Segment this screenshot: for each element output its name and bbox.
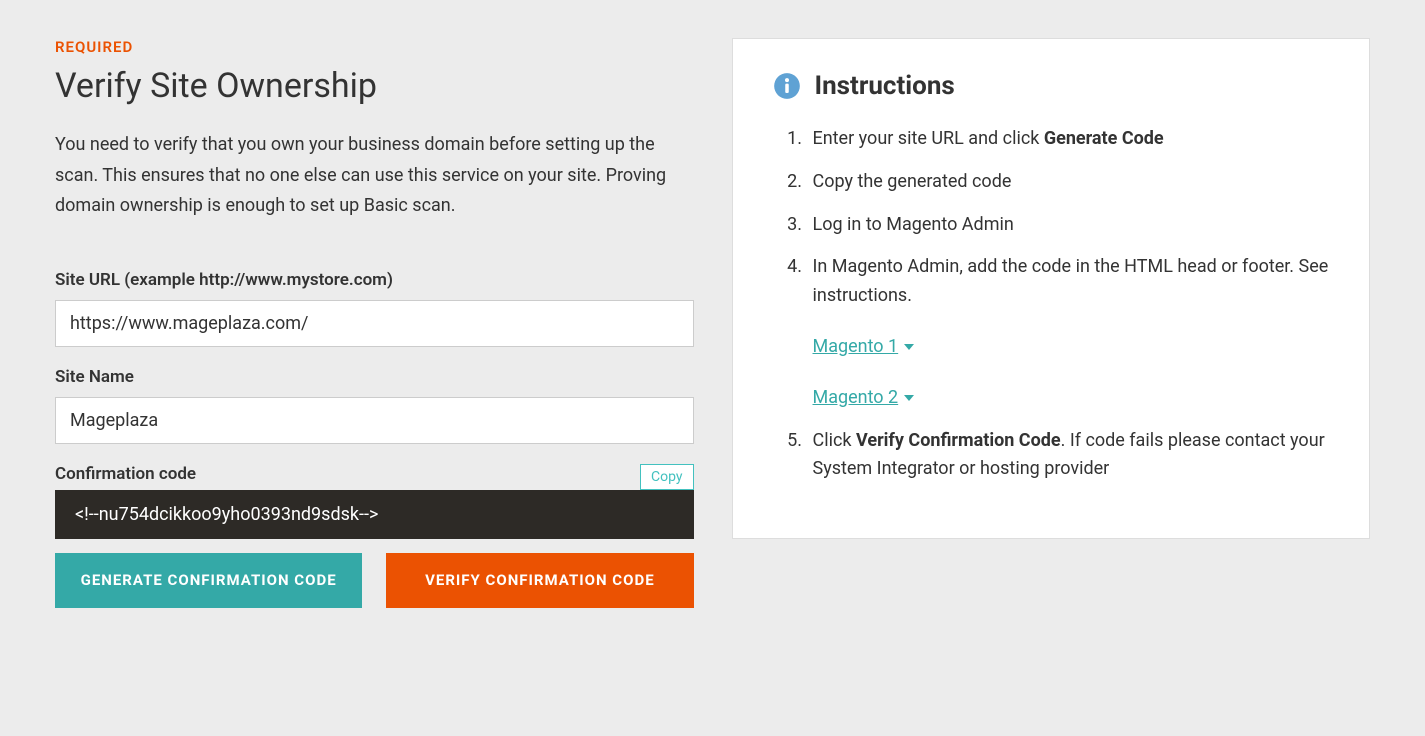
form-section: REQUIRED Verify Site Ownership You need … [55, 38, 694, 608]
info-icon [773, 72, 801, 100]
site-url-input[interactable] [55, 300, 694, 347]
instructions-title: Instructions [815, 71, 955, 101]
description-text: You need to verify that you own your bus… [55, 130, 694, 222]
instructions-section: Instructions Enter your site URL and cli… [732, 38, 1371, 608]
required-tag: REQUIRED [55, 38, 694, 56]
copy-button[interactable]: Copy [640, 464, 694, 490]
instruction-step-1: Enter your site URL and click Generate C… [807, 125, 1330, 154]
caret-down-icon [904, 344, 914, 350]
generate-code-button[interactable]: GENERATE CONFIRMATION CODE [55, 553, 362, 609]
caret-down-icon [904, 395, 914, 401]
instructions-panel: Instructions Enter your site URL and cli… [732, 38, 1371, 539]
instruction-step-3: Log in to Magento Admin [807, 211, 1330, 240]
site-url-label: Site URL (example http://www.mystore.com… [55, 270, 694, 290]
magento-1-link[interactable]: Magento 1 [813, 333, 915, 362]
button-row: GENERATE CONFIRMATION CODE VERIFY CONFIR… [55, 553, 694, 609]
confirmation-group: Confirmation code Copy <!--nu754dcikkoo9… [55, 464, 694, 539]
instruction-step-2: Copy the generated code [807, 168, 1330, 197]
instruction-step-5: Click Verify Confirmation Code. If code … [807, 427, 1330, 485]
site-name-group: Site Name [55, 367, 694, 444]
site-name-input[interactable] [55, 397, 694, 444]
instruction-step-4: In Magento Admin, add the code in the HT… [807, 253, 1330, 412]
instructions-list: Enter your site URL and click Generate C… [773, 125, 1330, 484]
instructions-header: Instructions [773, 71, 1330, 101]
confirmation-code-label: Confirmation code [55, 464, 196, 484]
magento-2-link[interactable]: Magento 2 [813, 384, 915, 413]
site-name-label: Site Name [55, 367, 694, 387]
confirmation-code-box: <!--nu754dcikkoo9yho0393nd9sdsk--> [55, 490, 694, 539]
site-url-group: Site URL (example http://www.mystore.com… [55, 270, 694, 347]
page-title: Verify Site Ownership [55, 66, 694, 106]
verify-code-button[interactable]: VERIFY CONFIRMATION CODE [386, 553, 693, 609]
